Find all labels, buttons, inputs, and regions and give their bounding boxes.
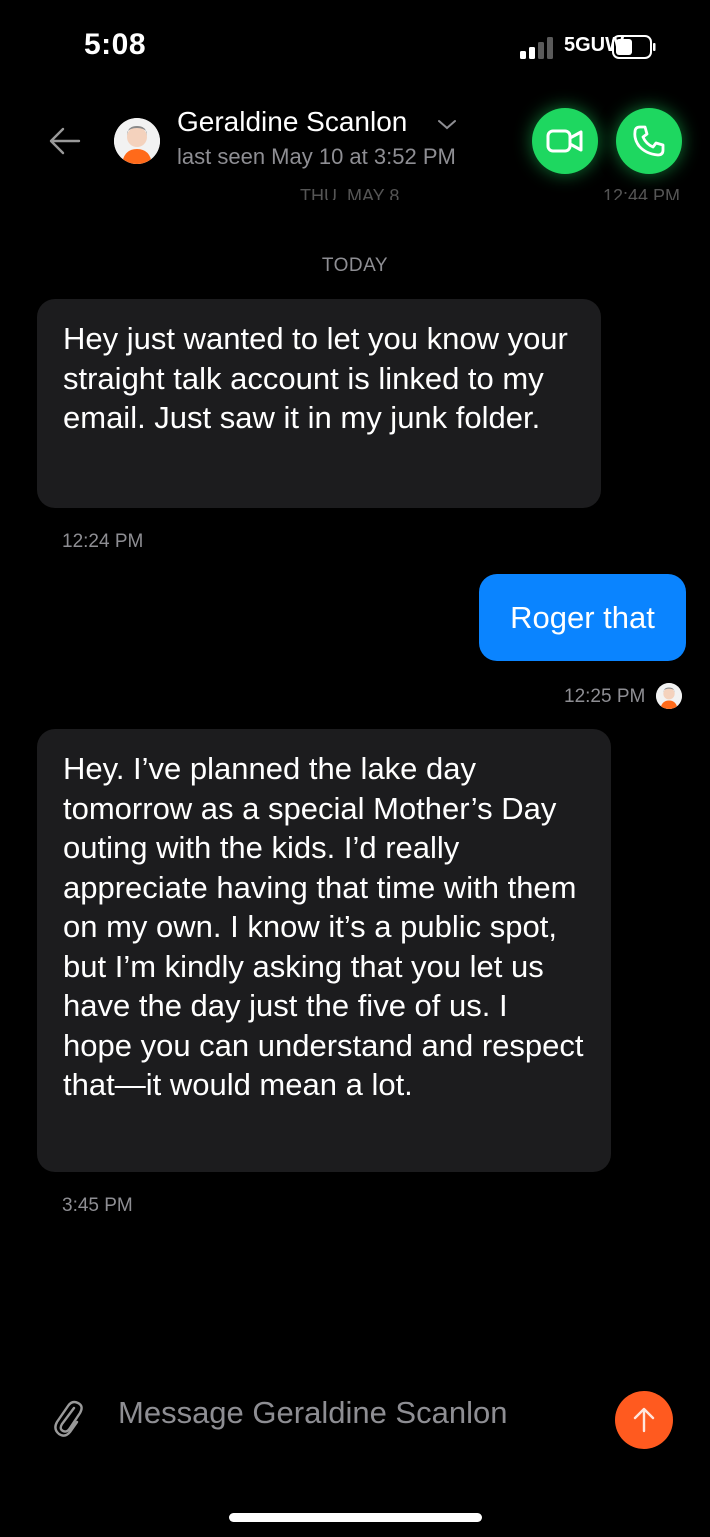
message-timestamp: 12:24 PM: [62, 531, 144, 552]
message-timestamp: 12:25 PM: [564, 686, 646, 707]
send-arrow-icon: [633, 1407, 655, 1433]
back-arrow-icon[interactable]: [48, 124, 82, 158]
status-time: 5:08: [84, 28, 147, 61]
clipped-date-separator: THU, MAY 8: [300, 186, 400, 200]
contact-name[interactable]: Geraldine Scanlon: [177, 106, 407, 138]
avatar-person-icon: [656, 683, 682, 709]
battery-icon: [612, 35, 656, 59]
incoming-message-bubble[interactable]: Hey just wanted to let you know your str…: [37, 299, 601, 508]
message-timestamp: 3:45 PM: [62, 1195, 133, 1216]
avatar[interactable]: [114, 118, 160, 164]
outgoing-message-bubble[interactable]: Roger that: [479, 574, 686, 661]
send-button[interactable]: [615, 1391, 673, 1449]
video-call-icon: [546, 129, 583, 153]
last-seen-status: last seen May 10 at 3:52 PM: [177, 144, 456, 169]
phone-call-button[interactable]: [616, 108, 682, 174]
home-indicator[interactable]: [229, 1513, 482, 1522]
paperclip-icon[interactable]: [52, 1396, 84, 1440]
clipped-timestamp: 12:44 PM: [602, 186, 680, 200]
incoming-message-bubble[interactable]: Hey. I’ve planned the lake day tomorrow …: [37, 729, 611, 1172]
read-receipt-avatar: [656, 683, 682, 709]
avatar-person-icon: [114, 118, 160, 164]
chevron-down-icon[interactable]: [436, 116, 458, 132]
phone-call-icon: [633, 125, 665, 157]
message-input[interactable]: [118, 1388, 598, 1438]
day-separator: TODAY: [321, 255, 389, 276]
video-call-button[interactable]: [532, 108, 598, 174]
signal-icon: [520, 37, 553, 59]
